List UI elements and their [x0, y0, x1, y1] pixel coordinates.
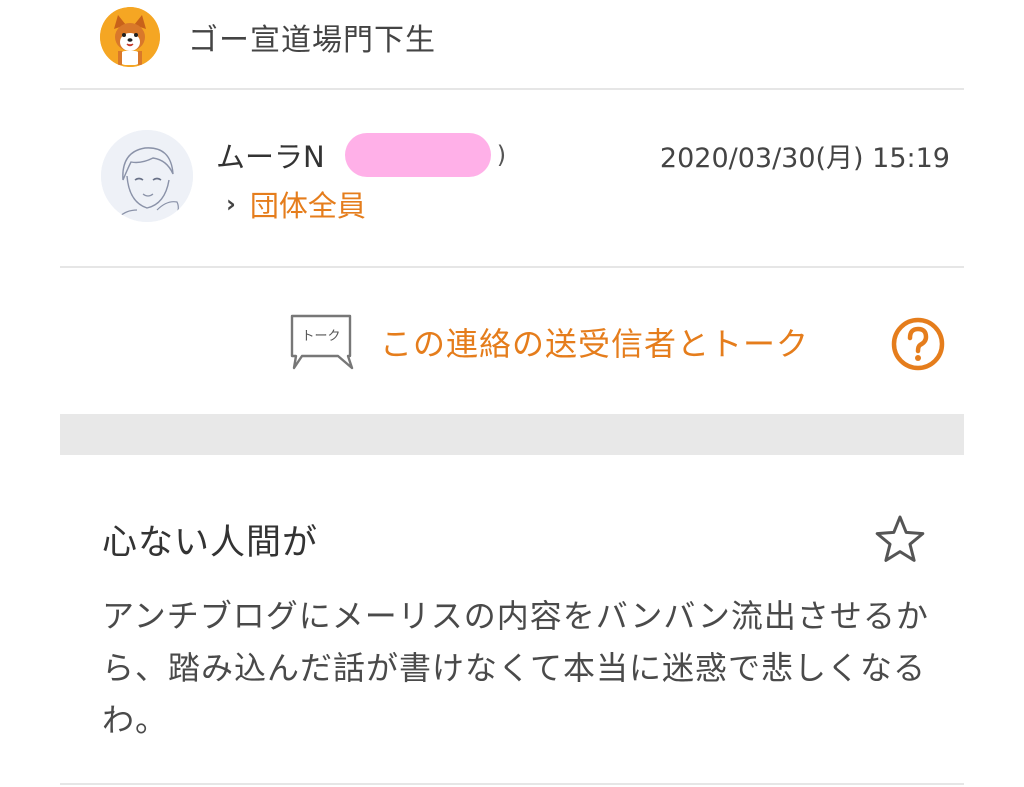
sender-avatar[interactable] — [101, 130, 193, 222]
message-body: アンチブログにメーリスの内容をバンバン流出させるから、踏み込んだ話が書けなくて本… — [102, 597, 929, 739]
group-header[interactable]: ゴー宣道場門下生 — [100, 7, 436, 67]
message-detail-page: ゴー宣道場門下生 ムーラN ) 2020/03/30(月) 15:19 › 団体 — [0, 0, 1024, 787]
shiba-dog-icon — [100, 7, 160, 67]
talk-bubble-icon: トーク — [290, 314, 354, 370]
chevron-right-icon: › — [226, 190, 236, 218]
group-name: ゴー宣道場門下生 — [188, 23, 436, 58]
help-icon[interactable] — [890, 316, 946, 372]
section-separator — [60, 414, 964, 455]
recipient-link[interactable]: › 団体全員 — [226, 182, 366, 226]
talk-link-label: この連絡の送受信者とトーク — [380, 325, 810, 363]
sender-name: ムーラN — [216, 140, 325, 174]
divider — [60, 88, 964, 90]
recipient-label: 団体全員 — [249, 189, 366, 223]
redaction-mark — [344, 133, 491, 177]
sender-name-tail: ) — [496, 141, 507, 169]
talk-with-recipients-button[interactable]: トーク この連絡の送受信者とトーク — [288, 306, 809, 378]
message-title: 心ない人間が — [102, 523, 319, 563]
star-icon[interactable] — [874, 513, 926, 565]
sender-name-row: ムーラN ) — [216, 132, 506, 178]
message-timestamp: 2020/03/30(月) 15:19 — [659, 143, 950, 174]
divider — [60, 266, 964, 268]
talk-icon-text: トーク — [301, 329, 340, 344]
divider — [60, 783, 964, 785]
